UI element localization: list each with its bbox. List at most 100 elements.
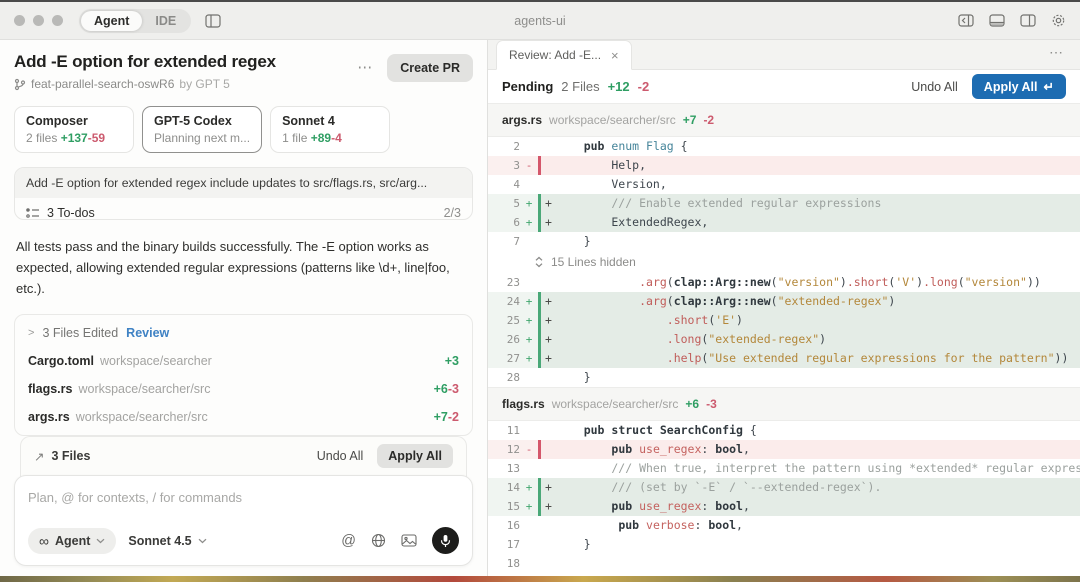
- layout-panel-icon[interactable]: [205, 14, 221, 28]
- branch-name[interactable]: feat-parallel-search-oswR6: [31, 77, 174, 91]
- diff-line: 17 }: [488, 535, 1080, 554]
- review-tab[interactable]: Review: Add -E... ×: [496, 40, 632, 70]
- diff-gutter: 28: [488, 368, 538, 387]
- diff-line-content: + /// Enable extended regular expression…: [538, 194, 1080, 213]
- diff-line-content: [538, 554, 1080, 573]
- model-select[interactable]: Sonnet 4.5: [128, 534, 206, 548]
- bottom-panel-icon[interactable]: [989, 14, 1005, 27]
- inline-marker: [541, 232, 556, 251]
- code-token: .arg: [639, 294, 667, 308]
- infinity-icon: ∞: [39, 533, 49, 549]
- diff-file-header[interactable]: args.rsworkspace/searcher/src+7-2: [488, 104, 1080, 137]
- hidden-lines-row[interactable]: 15 Lines hidden: [488, 251, 1080, 273]
- code-token: pub: [584, 139, 612, 153]
- right-panel-icon[interactable]: [1020, 14, 1036, 27]
- review-link[interactable]: Review: [126, 326, 169, 340]
- expand-lines-icon: [534, 256, 544, 268]
- pending-bar: Pending 2 Files +12 -2 Undo All Apply Al…: [488, 70, 1080, 104]
- code-token: Help,: [556, 158, 646, 172]
- diff-gutter: 17: [488, 535, 538, 554]
- image-attach-icon[interactable]: [401, 534, 417, 547]
- diff-container: args.rsworkspace/searcher/src+7-22 pub e…: [488, 104, 1080, 576]
- code-text: [556, 554, 1080, 573]
- code-text: .long("extended-regex"): [556, 330, 1080, 349]
- undo-all-button[interactable]: Undo All: [317, 449, 364, 463]
- inline-marker: +: [541, 311, 556, 330]
- agent-card[interactable]: Sonnet 41 file +89-4: [270, 106, 390, 153]
- diff-line: 25++ .short('E'): [488, 311, 1080, 330]
- agent-cards: Composer2 files +137-59GPT-5 CodexPlanni…: [14, 106, 473, 153]
- file-row[interactable]: Cargo.tomlworkspace/searcher+3: [15, 347, 472, 375]
- agent-added-count: +137: [61, 131, 88, 145]
- diff-line: 23 .arg(clap::Arg::new("version").short(…: [488, 273, 1080, 292]
- agent-card[interactable]: Composer2 files +137-59: [14, 106, 134, 153]
- code-token: (: [667, 294, 674, 308]
- line-number: 16: [488, 516, 520, 535]
- code-text: /// (set by `-E` / `--extended-regex`).: [556, 478, 1080, 497]
- files-count[interactable]: 3 Files: [51, 449, 90, 463]
- change-marker: +: [520, 330, 538, 349]
- diff-line: 11 pub struct SearchConfig {: [488, 421, 1080, 440]
- close-tab-icon[interactable]: ×: [611, 48, 619, 63]
- line-number: 5: [488, 194, 520, 213]
- code-token: pub struct SearchConfig: [584, 423, 750, 437]
- create-pr-button[interactable]: Create PR: [387, 54, 473, 82]
- review-undo-all-button[interactable]: Undo All: [911, 80, 958, 94]
- voice-mic-button[interactable]: [432, 527, 459, 554]
- window-controls[interactable]: [14, 15, 63, 26]
- more-menu-icon[interactable]: ⋯: [357, 58, 373, 76]
- mention-icon[interactable]: @: [341, 533, 356, 549]
- code-token: use_regex: [639, 499, 701, 513]
- code-text: pub struct SearchConfig {: [556, 421, 1080, 440]
- agent-card-meta: 2 files +137-59: [26, 131, 122, 145]
- file-row[interactable]: args.rsworkspace/searcher/src+7-2: [15, 403, 472, 431]
- task-box[interactable]: Add -E option for extended regex include…: [14, 167, 473, 220]
- diff-gutter: 15+: [488, 497, 538, 516]
- files-edited-header[interactable]: > 3 Files Edited Review: [15, 318, 472, 347]
- agent-mode-select[interactable]: ∞ Agent: [28, 528, 116, 554]
- diff-gutter: 5+: [488, 194, 538, 213]
- change-marker: [520, 232, 538, 251]
- code-token: clap::Arg::new: [674, 294, 771, 308]
- pending-label: Pending: [502, 79, 553, 94]
- agent-card-meta: Planning next m...: [154, 131, 250, 145]
- settings-gear-icon[interactable]: [1051, 13, 1066, 28]
- review-panel: Review: Add -E... × ⋯ Pending 2 Files +1…: [488, 40, 1080, 576]
- code-token: "version": [965, 275, 1027, 289]
- diff-line-content: + .arg(clap::Arg::new("extended-regex"): [538, 292, 1080, 311]
- diff-line-content: + /// (set by `-E` / `--extended-regex`)…: [538, 478, 1080, 497]
- line-number: 26: [488, 330, 520, 349]
- inline-marker: [541, 554, 556, 573]
- code-token: bool: [708, 518, 736, 532]
- collapse-left-panel-icon[interactable]: [958, 14, 974, 27]
- code-text: }: [556, 368, 1080, 387]
- toggle-ide[interactable]: IDE: [142, 11, 189, 31]
- inline-marker: [541, 175, 556, 194]
- agent-header: Add -E option for extended regex feat-pa…: [14, 52, 473, 91]
- agent-card[interactable]: GPT-5 CodexPlanning next m...: [142, 106, 262, 153]
- main-layout: Add -E option for extended regex feat-pa…: [0, 40, 1080, 576]
- file-row[interactable]: flags.rsworkspace/searcher/src+6-3: [15, 375, 472, 403]
- code-token: .short: [667, 313, 709, 327]
- code-token: [556, 139, 584, 153]
- inline-marker: [541, 421, 556, 440]
- diff-line-content: .arg(clap::Arg::new("version").short('V'…: [538, 273, 1080, 292]
- review-apply-all-button[interactable]: Apply All ↵: [972, 74, 1066, 99]
- diff-file-header[interactable]: flags.rsworkspace/searcher/src+6-3: [488, 387, 1080, 421]
- todo-row[interactable]: 3 To-dos 2/3: [15, 198, 472, 220]
- diff-line: 4 Version,: [488, 175, 1080, 194]
- toggle-agent[interactable]: Agent: [81, 11, 142, 31]
- chat-input[interactable]: [28, 490, 459, 505]
- code-token: [556, 275, 639, 289]
- code-token: "extended-regex": [778, 294, 889, 308]
- file-stats: +3: [445, 354, 459, 368]
- code-text: }: [556, 535, 1080, 554]
- composer-icons: @: [341, 527, 459, 554]
- diff-gutter: 25+: [488, 311, 538, 330]
- apply-all-button[interactable]: Apply All: [377, 444, 453, 468]
- diff-line-content: pub struct SearchConfig {: [538, 421, 1080, 440]
- web-globe-icon[interactable]: [371, 533, 386, 548]
- change-marker: [520, 516, 538, 535]
- change-marker: [520, 535, 538, 554]
- tabbar-more-icon[interactable]: ⋯: [1049, 44, 1064, 61]
